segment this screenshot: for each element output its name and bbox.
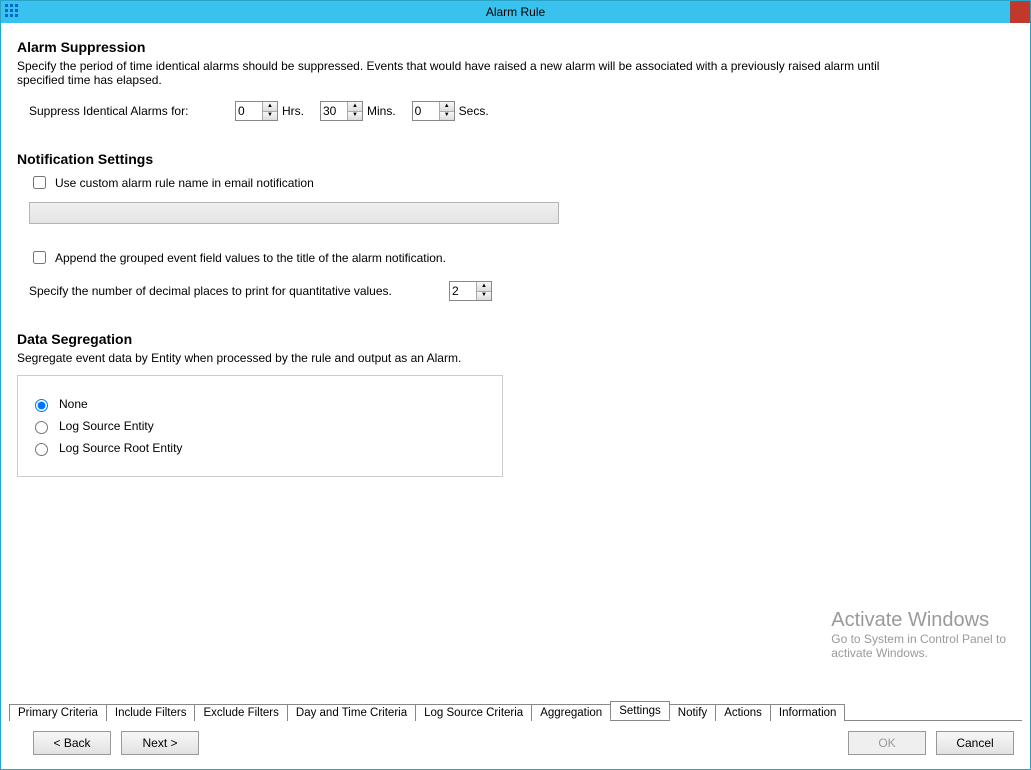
next-button[interactable]: Next > [121, 731, 199, 755]
hrs-input[interactable] [236, 102, 262, 120]
alarm-suppression-desc: Specify the period of time identical ala… [17, 59, 917, 87]
tab-settings[interactable]: Settings [610, 701, 670, 720]
suppress-label: Suppress Identical Alarms for: [29, 104, 229, 118]
secs-input[interactable] [413, 102, 439, 120]
segregation-group: None Log Source Entity Log Source Root E… [17, 375, 503, 477]
mins-spinner[interactable]: ▲ ▼ [320, 101, 363, 121]
seg-log-source-entity-radio[interactable] [35, 421, 48, 434]
mins-unit: Mins. [367, 104, 396, 118]
back-button[interactable]: < Back [33, 731, 111, 755]
seg-log-source-root-entity-label: Log Source Root Entity [59, 441, 182, 455]
wizard-buttons: < Back Next > OK Cancel [1, 721, 1030, 769]
hrs-spinner[interactable]: ▲ ▼ [235, 101, 278, 121]
titlebar[interactable]: Alarm Rule [1, 1, 1030, 23]
append-fields-checkbox[interactable] [33, 251, 46, 264]
mins-down-icon[interactable]: ▼ [348, 112, 362, 121]
window-title: Alarm Rule [486, 5, 545, 19]
custom-name-label: Use custom alarm rule name in email noti… [55, 176, 314, 190]
mins-input[interactable] [321, 102, 347, 120]
tab-information[interactable]: Information [770, 704, 846, 721]
tab-log-source-criteria[interactable]: Log Source Criteria [415, 704, 532, 721]
drag-handle-icon[interactable] [5, 4, 23, 20]
tabstrip: Primary Criteria Include Filters Exclude… [1, 700, 1030, 720]
secs-up-icon[interactable]: ▲ [440, 102, 454, 112]
decimal-up-icon[interactable]: ▲ [477, 282, 491, 292]
tab-notify[interactable]: Notify [669, 704, 716, 721]
secs-spinner[interactable]: ▲ ▼ [412, 101, 455, 121]
decimal-input[interactable] [450, 282, 476, 300]
seg-none-radio[interactable] [35, 399, 48, 412]
seg-none-label: None [59, 397, 88, 411]
decimal-places-label: Specify the number of decimal places to … [29, 284, 449, 298]
tab-day-time-criteria[interactable]: Day and Time Criteria [287, 704, 416, 721]
secs-down-icon[interactable]: ▼ [440, 112, 454, 121]
custom-name-input [29, 202, 559, 224]
decimal-spinner[interactable]: ▲ ▼ [449, 281, 492, 301]
decimal-down-icon[interactable]: ▼ [477, 292, 491, 301]
tab-include-filters[interactable]: Include Filters [106, 704, 196, 721]
ok-button: OK [848, 731, 926, 755]
seg-log-source-entity-label: Log Source Entity [59, 419, 154, 433]
hrs-down-icon[interactable]: ▼ [263, 112, 277, 121]
tab-actions[interactable]: Actions [715, 704, 771, 721]
cancel-button[interactable]: Cancel [936, 731, 1014, 755]
data-segregation-desc: Segregate event data by Entity when proc… [17, 351, 917, 365]
append-fields-label: Append the grouped event field values to… [55, 251, 446, 265]
notification-settings-heading: Notification Settings [17, 151, 1014, 167]
hrs-up-icon[interactable]: ▲ [263, 102, 277, 112]
tab-primary-criteria[interactable]: Primary Criteria [9, 704, 107, 721]
mins-up-icon[interactable]: ▲ [348, 102, 362, 112]
tab-exclude-filters[interactable]: Exclude Filters [194, 704, 287, 721]
data-segregation-heading: Data Segregation [17, 331, 1014, 347]
activate-windows-watermark: Activate Windows Go to System in Control… [831, 609, 1006, 660]
alarm-suppression-heading: Alarm Suppression [17, 39, 1014, 55]
seg-log-source-root-entity-radio[interactable] [35, 443, 48, 456]
secs-unit: Secs. [459, 104, 489, 118]
custom-name-checkbox[interactable] [33, 176, 46, 189]
tab-aggregation[interactable]: Aggregation [531, 704, 611, 721]
close-icon[interactable] [1010, 1, 1030, 23]
hrs-unit: Hrs. [282, 104, 304, 118]
content-area: Alarm Suppression Specify the period of … [1, 23, 1030, 700]
